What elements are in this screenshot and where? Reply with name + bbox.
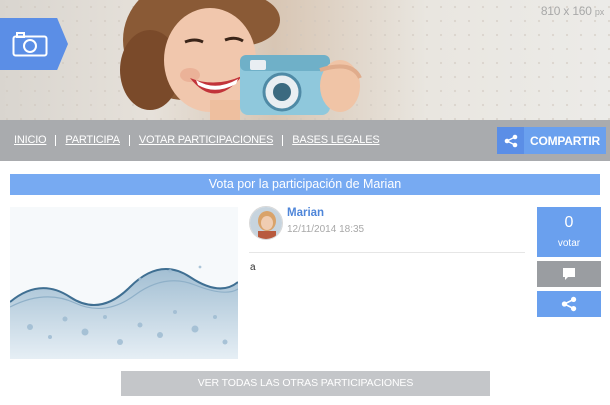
camera-tag xyxy=(0,18,68,70)
nav-separator xyxy=(128,134,130,146)
comment-icon xyxy=(563,268,575,280)
share-button[interactable]: COMPARTIR xyxy=(497,127,606,154)
entry-image[interactable] xyxy=(10,207,238,359)
banner-size-unit: px xyxy=(594,7,604,17)
page: 810 x 160 px INICIO PARTICIPA VOTAR PART… xyxy=(0,0,610,405)
nav-link-participa[interactable]: PARTICIPA xyxy=(65,134,120,146)
banner-photo xyxy=(120,0,362,120)
banner-size-value: 810 x 160 xyxy=(540,4,592,18)
post-date: 12/11/2014 18:35 xyxy=(287,224,365,235)
nav-link-inicio[interactable]: INICIO xyxy=(14,134,47,146)
divider xyxy=(249,252,525,253)
page-title: Vota por la participación de Marian xyxy=(10,174,600,195)
water-splash-image xyxy=(10,207,238,359)
comment-button[interactable] xyxy=(537,261,601,287)
share-entry-button[interactable] xyxy=(537,291,601,317)
avatar[interactable] xyxy=(249,206,283,240)
vote-button[interactable]: 0 votar xyxy=(537,207,601,257)
nav-link-bases-legales[interactable]: BASES LEGALES xyxy=(292,134,379,146)
entry-text: a xyxy=(250,262,256,273)
vote-label: votar xyxy=(557,238,581,249)
header-banner: 810 x 160 px xyxy=(0,0,610,120)
nav-separator xyxy=(55,134,57,146)
nav-links: INICIO PARTICIPA VOTAR PARTICIPACIONES B… xyxy=(14,134,380,146)
share-icon xyxy=(497,127,524,154)
vote-count: 0 xyxy=(564,214,574,231)
nav-link-votar[interactable]: VOTAR PARTICIPACIONES xyxy=(139,134,274,146)
banner-size-label: 810 x 160 px xyxy=(541,4,604,18)
camera-icon xyxy=(12,32,48,57)
share-button-label: COMPARTIR xyxy=(530,133,600,148)
nav-separator xyxy=(282,134,284,146)
author-name[interactable]: Marian xyxy=(287,207,324,219)
share-icon xyxy=(561,296,577,312)
view-all-entries-button[interactable]: VER TODAS LAS OTRAS PARTICIPACIONES xyxy=(121,371,490,396)
